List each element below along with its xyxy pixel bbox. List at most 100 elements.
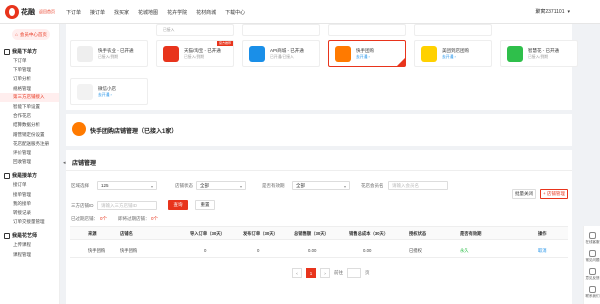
sidebar-item[interactable]: 订单分析	[13, 76, 31, 82]
float-label: 在线客服	[585, 240, 600, 244]
reset-button[interactable]: 重置	[195, 200, 215, 210]
sidebar-item[interactable]: 接单管理	[13, 192, 31, 198]
sidebar-item[interactable]: 我的接单	[13, 201, 31, 207]
platform-card[interactable]: 快手农业 - 已开通 已接入/到期	[70, 40, 148, 67]
shop-bag-icon	[507, 45, 523, 62]
cancel-link[interactable]: 取消	[538, 248, 547, 254]
sidebar-item[interactable]: 第三方店铺接入	[0, 92, 59, 102]
platform-name: 快手农业 - 已开通	[98, 47, 134, 53]
platform-card[interactable]: 天猫/淘宝 - 已开通 已接入/到期 官方推荐	[156, 40, 234, 67]
float-icon	[589, 286, 596, 293]
sidebar-item[interactable]: 合作花店	[13, 113, 31, 119]
sidebar-item[interactable]: 下单管理	[13, 67, 31, 73]
shop-mgmt-header: 快手团购店铺管理（已接入1家）	[66, 114, 572, 146]
home-link[interactable]: 返回首页	[39, 9, 55, 15]
sidebar-item[interactable]: 规格管理	[13, 86, 31, 92]
region-select[interactable]: 125 ▾	[97, 181, 157, 190]
validity-label: 是否有效期	[262, 183, 285, 188]
sidebar-item[interactable]: 评价管理	[13, 150, 31, 156]
batch-close-button[interactable]: 批量关闭	[512, 189, 536, 199]
sidebar-item[interactable]: 花店配送服务注册	[13, 141, 49, 147]
next-page-button[interactable]: ›	[320, 268, 330, 278]
sidebar-group-label: 我是下单方	[12, 49, 38, 55]
platform-status: 去开通 ›	[442, 54, 456, 59]
nav-item[interactable]: 花城地图	[138, 9, 158, 16]
platform-card[interactable]: 美团到店团购 去开通 ›	[414, 40, 492, 67]
prev-page-button[interactable]: ‹	[292, 268, 302, 278]
chevron-down-icon: ▾	[567, 8, 570, 15]
user-menu[interactable]: 聚寓2371101 ▾	[535, 8, 570, 16]
float-label: 联系我们	[585, 294, 600, 298]
platform-card[interactable]: API商城 - 已开通 已开通/已接入	[242, 40, 320, 67]
shop-manage-button[interactable]: + 店铺管理	[540, 189, 568, 199]
kuaishou-icon	[72, 122, 86, 136]
sidebar-item[interactable]: 课程管理	[13, 252, 31, 258]
platform-card[interactable]: 微信小店 去开通 ›	[70, 78, 148, 105]
chevron-down-icon: ▾	[150, 184, 153, 189]
platform-card[interactable]	[242, 24, 320, 36]
sidebar-item[interactable]: 结算数据分析	[13, 122, 40, 128]
sidebar-item[interactable]: 蹭营销定份设置	[13, 132, 45, 138]
table-cell: 永久	[460, 248, 469, 253]
platform-card-text: 智慧花 - 已开通 已接入/到期	[528, 48, 559, 60]
expired-count: 0个	[100, 216, 108, 221]
platform-name: 天猫/淘宝 - 已开通	[184, 47, 221, 53]
sidebar-group-title[interactable]: 我是下单方	[4, 48, 37, 55]
member-name-input[interactable]: 请输入会员名	[388, 181, 448, 190]
shop-id-input[interactable]: 请输入三方店铺ID	[97, 201, 157, 210]
platform-card-text: 微信小店 去开通 ›	[98, 86, 116, 98]
table-cell: 快手团购	[120, 248, 138, 253]
sidebar-item[interactable]: 订单交接量管理	[13, 219, 45, 225]
validity-select[interactable]: 全部 ▾	[292, 181, 350, 190]
column-header: 是否有效期	[460, 231, 482, 236]
platform-card[interactable]: 快手团购 去开通 ›	[328, 40, 406, 67]
shop-list-title: 店铺管理	[72, 161, 97, 167]
platform-name: 快手团购	[356, 47, 374, 53]
shop-mgmt-title: 快手团购店铺管理（已接入1家）	[90, 129, 178, 135]
nav-item[interactable]: 下订单	[66, 9, 81, 16]
nav-item[interactable]: 接订单	[90, 9, 105, 16]
table-cell: 0.00	[308, 248, 317, 253]
goto-page-input[interactable]	[347, 268, 361, 278]
platform-card-text: 快手团购 去开通 ›	[356, 48, 374, 60]
platform-name: 美团到店团购	[442, 47, 469, 53]
status-select[interactable]: 全部 ▾	[196, 181, 246, 190]
chevron-down-icon: ▾	[239, 184, 242, 189]
divider	[66, 170, 572, 171]
platform-card[interactable]: 已接入	[156, 24, 234, 36]
float-item[interactable]: 常见问题	[584, 250, 600, 263]
float-item[interactable]: 在线客服	[584, 232, 600, 245]
logo[interactable]: 花融 返回首页	[5, 4, 61, 20]
nav-item[interactable]: 花卉学院	[167, 9, 187, 16]
sidebar-item[interactable]: 下订单	[13, 58, 27, 64]
page-1-button[interactable]: 1	[306, 268, 316, 278]
platform-status: 去开通 ›	[98, 92, 112, 97]
column-header: 店铺名	[120, 231, 133, 236]
platform-card[interactable]	[328, 24, 406, 36]
shop-id-label: 三方店铺ID	[71, 203, 94, 208]
sidebar-group-title[interactable]: 我是花艺师	[4, 232, 37, 239]
member-center-label: 会员中心首页	[19, 31, 47, 37]
sidebar-item[interactable]: 回收管理	[13, 159, 31, 165]
status-label: 店铺状态	[175, 183, 193, 188]
nav-item[interactable]: 找买家	[114, 9, 129, 16]
column-header: 导入订单（30天）	[190, 231, 225, 236]
float-item[interactable]: 意见反馈	[584, 268, 600, 281]
query-button[interactable]: 查询	[168, 200, 188, 210]
member-center-button[interactable]: ⌂ 会员中心首页	[12, 29, 50, 40]
float-item[interactable]: 联系我们	[584, 286, 600, 299]
platform-card[interactable]	[414, 24, 492, 36]
platform-name: 微信小店	[98, 85, 116, 91]
platform-status: 已开通/已接入	[270, 54, 294, 59]
platform-card[interactable]: 智慧花 - 已开通 已接入/到期	[500, 40, 578, 67]
sidebar-item[interactable]: 转接记录	[13, 210, 31, 216]
sidebar-item[interactable]: 上传课程	[13, 242, 31, 248]
sidebar-item[interactable]: 智能下单设置	[13, 104, 40, 110]
float-toolbar: 在线客服常见问题意见反馈联系我们	[583, 226, 600, 304]
platform-card-text: API商城 - 已开通 已开通/已接入	[270, 48, 304, 60]
sidebar-item[interactable]: 接订单	[13, 182, 27, 188]
nav-item[interactable]: 下载中心	[225, 9, 245, 16]
sidebar-group-title[interactable]: 我是接单方	[4, 172, 37, 179]
member-name-label: 花店会员名	[361, 183, 384, 188]
nav-item[interactable]: 花材商城	[196, 9, 216, 16]
